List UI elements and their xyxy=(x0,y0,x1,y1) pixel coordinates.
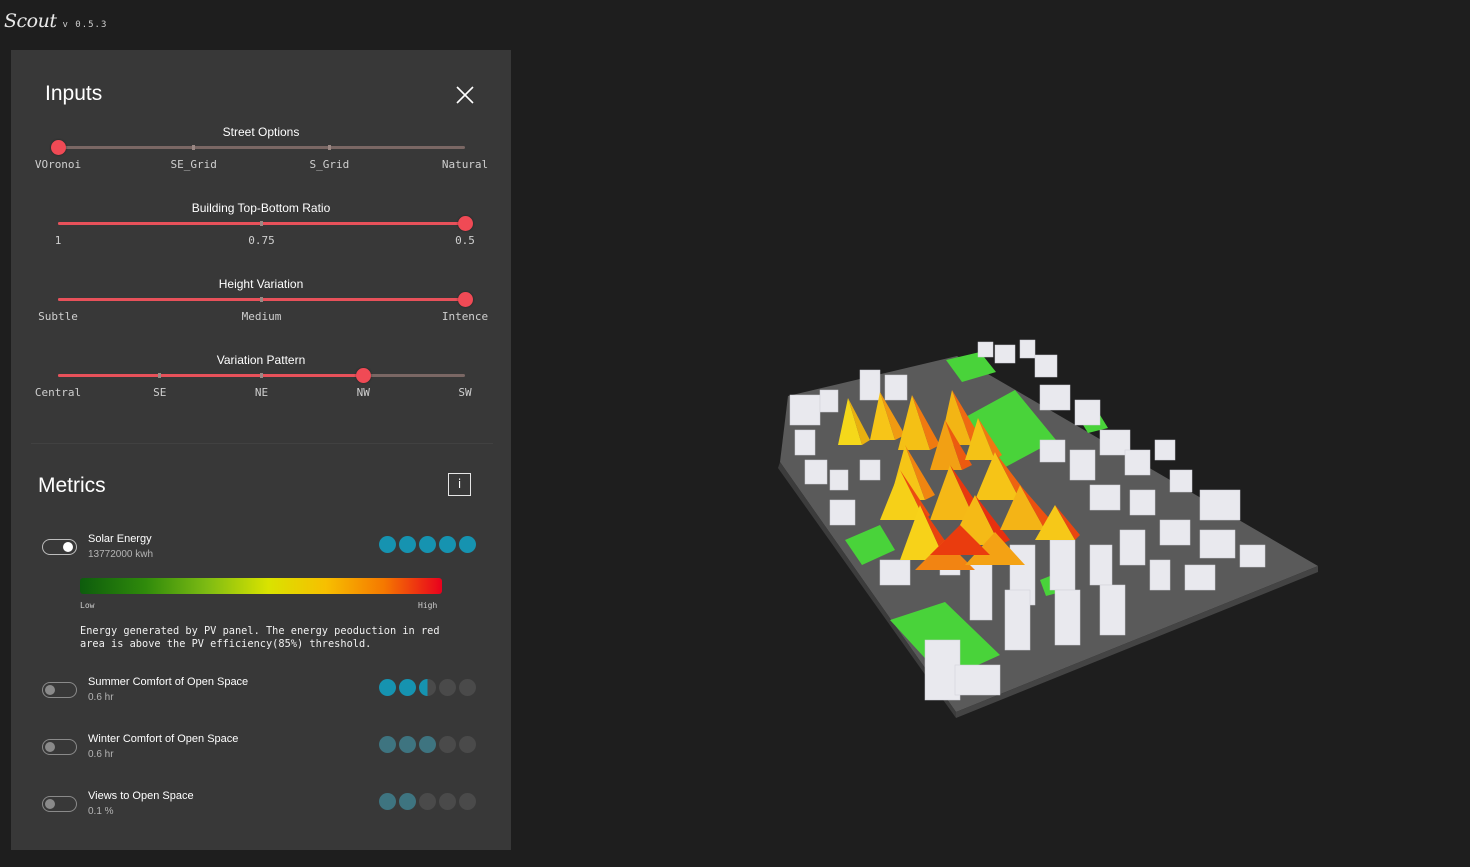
slider-tick-label: 0.5 xyxy=(455,234,475,247)
app-logo: Scout v 0.5.3 xyxy=(4,10,107,32)
slider-tick-label: NW xyxy=(356,386,370,399)
rating-dot xyxy=(379,536,396,553)
3d-city-viewport[interactable] xyxy=(520,0,1470,862)
inputs-title: Inputs xyxy=(45,82,103,105)
slider-tick-label: Subtle xyxy=(38,310,78,323)
toggle-knob xyxy=(45,685,55,695)
slider-building-top-bottom-ratio: Building Top-Bottom Ratio 1 0.75 0.5 xyxy=(11,201,511,271)
metric-toggle[interactable] xyxy=(42,539,77,555)
rating-dot xyxy=(459,536,476,553)
rating-dot xyxy=(419,679,436,696)
control-panel: Inputs Street Options VOronoi SE_Grid S_Gri… xyxy=(11,50,511,850)
rating-dot xyxy=(379,679,396,696)
toggle-knob xyxy=(45,799,55,809)
rating-dot xyxy=(419,793,436,810)
metric-rating xyxy=(379,793,476,810)
slider-track[interactable] xyxy=(50,140,465,155)
rating-dot xyxy=(379,793,396,810)
slider-tick-label: Medium xyxy=(241,310,282,323)
slider-track[interactable] xyxy=(58,292,473,307)
metric-solar-energy: Solar Energy 13772000 kwh xyxy=(11,533,511,578)
close-icon[interactable] xyxy=(454,84,476,106)
legend-high-label: High xyxy=(418,601,438,610)
slider-tick-label: NE xyxy=(254,386,269,399)
slider-street-options: Street Options VOronoi SE_Grid S_Grid Natura… xyxy=(11,125,511,195)
slider-track[interactable] xyxy=(58,368,465,383)
rating-dot xyxy=(419,536,436,553)
slider-height-variation: Height Variation Subtle Medium Intence xyxy=(11,277,511,347)
solar-legend-gradient xyxy=(80,578,442,594)
slider-tick-label: S_Grid xyxy=(309,158,350,171)
legend-low-label: Low xyxy=(80,601,95,610)
slider-variation-pattern: Variation Pattern Central SE NE NW SW xyxy=(11,353,511,423)
metric-value: 0.6 hr xyxy=(88,749,114,760)
slider-tick-label: Natural xyxy=(441,158,489,171)
slider-fill xyxy=(58,374,364,377)
slider-tick xyxy=(260,221,263,226)
rating-dot xyxy=(439,793,456,810)
city-model xyxy=(778,339,1318,718)
metric-name: Summer Comfort of Open Space xyxy=(88,676,249,688)
slider-tick-label: 1 xyxy=(54,234,62,247)
toggle-knob xyxy=(63,542,73,552)
rating-dot xyxy=(459,679,476,696)
slider-label: Building Top-Bottom Ratio xyxy=(191,201,331,215)
metric-toggle[interactable] xyxy=(42,682,77,698)
metric-rating xyxy=(379,736,476,753)
rating-dot xyxy=(459,736,476,753)
slider-tick-label: Intence xyxy=(441,310,489,323)
rating-dot xyxy=(399,793,416,810)
slider-tick-label: Central xyxy=(34,386,82,399)
rating-dot xyxy=(439,536,456,553)
slider-label: Variation Pattern xyxy=(216,353,306,367)
metric-name: Winter Comfort of Open Space xyxy=(88,733,239,745)
metric-name: Solar Energy xyxy=(88,533,152,545)
section-divider xyxy=(31,443,493,444)
slider-label: Height Variation xyxy=(218,277,304,291)
slider-track[interactable] xyxy=(58,216,473,231)
metric-name: Views to Open Space xyxy=(88,790,194,802)
solar-description: Energy generated by PV panel. The energy… xyxy=(80,625,440,650)
slider-tick xyxy=(260,373,263,378)
slider-thumb[interactable] xyxy=(457,216,473,231)
slider-tick-label: 0.75 xyxy=(248,234,275,247)
slider-tick-label: VOronoi xyxy=(34,158,82,171)
rating-dot xyxy=(399,736,416,753)
slider-tick-label: SW xyxy=(458,386,472,399)
metric-toggle[interactable] xyxy=(42,739,77,755)
slider-tick-label: SE xyxy=(153,386,167,399)
app-name: Scout xyxy=(4,10,57,32)
metric-value: 0.1 % xyxy=(88,806,114,817)
metric-value: 13772000 kwh xyxy=(88,549,154,560)
slider-tick xyxy=(327,145,331,150)
metric-value: 0.6 hr xyxy=(88,692,114,703)
metric-toggle[interactable] xyxy=(42,796,77,812)
slider-thumb[interactable] xyxy=(50,140,66,155)
slider-thumb[interactable] xyxy=(457,292,473,307)
slider-tick xyxy=(192,145,196,150)
metric-views-to-open-space: Views to Open Space 0.1 % xyxy=(11,790,511,835)
slider-tick xyxy=(260,297,263,302)
metrics-title: Metrics xyxy=(38,474,106,497)
metric-winter-comfort-of-open-space: Winter Comfort of Open Space 0.6 hr xyxy=(11,733,511,778)
toggle-knob xyxy=(45,742,55,752)
rating-dot xyxy=(399,679,416,696)
slider-thumb[interactable] xyxy=(355,368,371,383)
app-version: v 0.5.3 xyxy=(62,20,108,30)
metric-rating xyxy=(379,679,476,696)
slider-tick xyxy=(158,373,162,378)
info-button[interactable]: i xyxy=(448,473,471,496)
rating-dot xyxy=(419,736,436,753)
rating-dot xyxy=(399,536,416,553)
rating-dot xyxy=(379,736,396,753)
rating-dot xyxy=(439,736,456,753)
rating-dot xyxy=(439,679,456,696)
slider-label: Street Options xyxy=(222,125,300,139)
slider-tick-label: SE_Grid xyxy=(170,158,217,171)
rating-dot xyxy=(459,793,476,810)
metric-summer-comfort-of-open-space: Summer Comfort of Open Space 0.6 hr xyxy=(11,676,511,721)
metric-rating xyxy=(379,536,476,553)
